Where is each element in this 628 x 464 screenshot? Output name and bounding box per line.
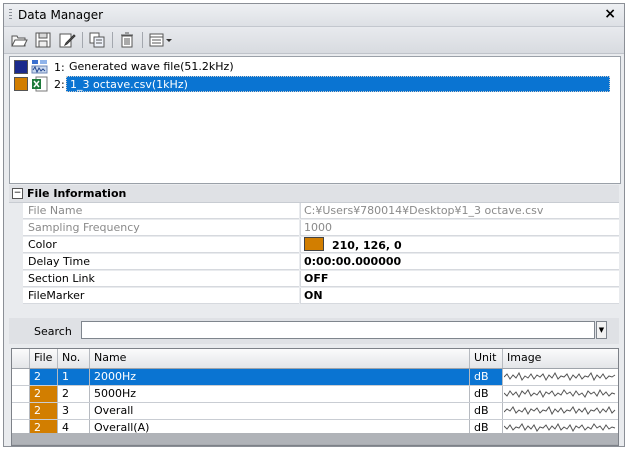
row-header-corner: [12, 349, 30, 368]
property-value: C:¥Users¥780014¥Desktop¥1_3 octave.csv: [300, 203, 619, 219]
toolbar: [4, 27, 624, 54]
property-value: 1000: [300, 220, 619, 236]
column-header-unit[interactable]: Unit: [470, 349, 503, 368]
property-value[interactable]: 0:00:00.000000: [300, 254, 619, 270]
cell-no: 1: [58, 369, 90, 385]
edit-icon[interactable]: [58, 31, 76, 49]
property-value[interactable]: 210, 126, 0: [300, 237, 619, 253]
property-row[interactable]: Section Link OFF: [9, 271, 619, 288]
cell-unit: dB: [470, 369, 503, 385]
cell-no: 3: [58, 403, 90, 419]
search-dropdown-button[interactable]: ▼: [596, 321, 607, 339]
column-header-image[interactable]: Image: [503, 349, 618, 368]
window-title: Data Manager: [18, 8, 104, 22]
toolbar-separator: [112, 32, 113, 48]
property-value[interactable]: OFF: [300, 271, 619, 287]
row-header[interactable]: [12, 386, 30, 402]
column-header-no[interactable]: No.: [58, 349, 90, 368]
property-row[interactable]: File Name C:¥Users¥780014¥Desktop¥1_3 oc…: [9, 203, 619, 220]
data-manager-window: Data Manager × 1: Generated wave file(51…: [3, 3, 625, 447]
cell-unit: dB: [470, 403, 503, 419]
table-scrollbar[interactable]: [12, 433, 618, 444]
property-row[interactable]: FileMarker ON: [9, 288, 619, 305]
cell-file: 2: [30, 369, 58, 385]
cell-unit: dB: [470, 386, 503, 402]
table-row[interactable]: 2 1 2000Hz dB: [12, 369, 618, 386]
file-list-item[interactable]: 1: Generated wave file(51.2kHz): [12, 59, 616, 76]
property-key: FileMarker: [23, 288, 299, 304]
export-icon[interactable]: [88, 31, 106, 49]
cell-name: 5000Hz: [90, 386, 470, 402]
toolbar-separator: [142, 32, 143, 48]
table-row[interactable]: 2 2 5000Hz dB: [12, 386, 618, 403]
open-folder-icon[interactable]: [10, 31, 28, 49]
waveform-thumbnail: [504, 388, 616, 399]
property-value[interactable]: ON: [300, 288, 619, 304]
file-index: 1:: [54, 61, 65, 74]
search-bar: Search ▼: [9, 318, 619, 344]
property-key: Color: [23, 237, 299, 253]
row-header[interactable]: [12, 403, 30, 419]
column-header-file[interactable]: File: [30, 349, 58, 368]
cell-image: [503, 403, 618, 419]
collapse-icon[interactable]: −: [12, 188, 23, 199]
search-label: Search: [34, 325, 72, 338]
cell-name: Overall: [90, 403, 470, 419]
property-key: File Name: [23, 203, 299, 219]
close-button[interactable]: ×: [604, 6, 616, 22]
file-list-item[interactable]: 2: 1_3 octave.csv(1kHz): [12, 76, 616, 93]
file-information-title: File Information: [27, 187, 127, 200]
file-name: 1_3 octave.csv(1kHz): [66, 76, 610, 92]
table-row[interactable]: 2 3 Overall dB: [12, 403, 618, 420]
title-bar[interactable]: Data Manager ×: [4, 4, 624, 27]
property-key: Delay Time: [23, 254, 299, 270]
toolbar-separator: [82, 32, 83, 48]
search-input[interactable]: [81, 321, 595, 339]
property-key: Section Link: [23, 271, 299, 287]
cell-name: 2000Hz: [90, 369, 470, 385]
property-row[interactable]: Sampling Frequency 1000: [9, 220, 619, 237]
file-name: Generated wave file(51.2kHz): [69, 60, 234, 73]
file-information-header[interactable]: − File Information: [9, 185, 619, 203]
file-list: 1: Generated wave file(51.2kHz) 2: 1_3 o…: [9, 56, 621, 184]
color-value: 210, 126, 0: [332, 239, 402, 252]
column-header-name[interactable]: Name: [90, 349, 470, 368]
color-swatch[interactable]: [304, 237, 324, 251]
property-key: Sampling Frequency: [23, 220, 299, 236]
table-header: File No. Name Unit Image: [12, 349, 618, 369]
cell-file: 2: [30, 403, 58, 419]
cell-file: 2: [30, 386, 58, 402]
cell-no: 2: [58, 386, 90, 402]
excel-csv-icon: [32, 76, 48, 92]
view-menu-icon[interactable]: [148, 31, 174, 49]
cell-image: [503, 369, 618, 385]
row-header[interactable]: [12, 369, 30, 385]
save-icon[interactable]: [34, 31, 52, 49]
file-color-swatch[interactable]: [14, 60, 28, 74]
file-index: 2:: [54, 78, 65, 91]
file-color-swatch[interactable]: [14, 77, 28, 91]
channel-table: File No. Name Unit Image 2 1 2000Hz dB 2…: [11, 348, 619, 446]
waveform-thumbnail: [504, 371, 616, 382]
cell-image: [503, 386, 618, 402]
waveform-thumbnail: [504, 405, 616, 416]
delete-icon[interactable]: [118, 31, 136, 49]
property-row[interactable]: Delay Time 0:00:00.000000: [9, 254, 619, 271]
property-row[interactable]: Color 210, 126, 0: [9, 237, 619, 254]
drag-grip-icon[interactable]: [9, 9, 12, 21]
generated-wave-icon: [31, 60, 48, 74]
